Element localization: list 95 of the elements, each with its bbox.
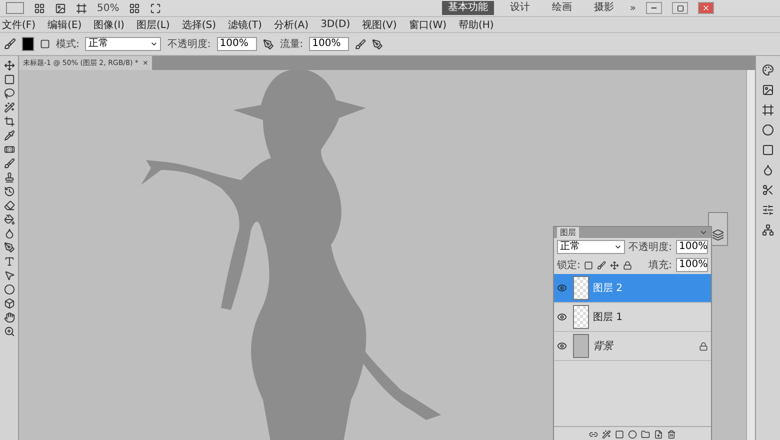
caret-icon [150,40,158,48]
menu-item[interactable]: 文件(F) [2,18,36,32]
bandage-icon[interactable] [4,144,14,155]
layers-icon [712,229,724,241]
menu-item[interactable]: 3D(D) [320,19,350,30]
move-icon[interactable] [4,60,14,71]
eyedropper-icon[interactable] [4,130,14,141]
frame-icon[interactable] [76,2,87,14]
droplet-icon[interactable] [4,228,14,239]
menu-item[interactable]: 编辑(E) [48,18,82,32]
scrollbar[interactable] [746,70,755,440]
flow-field[interactable]: 100% [309,37,350,51]
paint-bucket-icon[interactable] [4,214,14,225]
folder-icon[interactable] [641,430,650,438]
history-brush-icon[interactable] [4,186,14,197]
eye-icon[interactable] [557,283,567,293]
menu-item[interactable]: 分析(A) [274,18,309,32]
brush-icon[interactable] [4,38,16,50]
palette-icon[interactable] [762,64,774,76]
opacity-field[interactable]: 100% [216,37,257,51]
brush-icon[interactable] [4,158,14,169]
minimize-button[interactable] [646,2,662,14]
menu-item[interactable]: 窗口(W) [408,18,446,32]
fill-field[interactable]: 100% [676,258,708,272]
marquee-icon[interactable] [4,74,14,85]
frame-icon[interactable] [762,104,774,116]
network-icon[interactable] [762,224,774,236]
collapse-icon[interactable] [699,228,708,237]
more-workspaces[interactable]: » [630,2,636,14]
layer-name: 图层 2 [593,282,624,295]
menu-item[interactable]: 图像(I) [94,18,124,32]
mode-dropdown[interactable]: 正常 [85,37,162,51]
layer-thumbnail [573,276,589,300]
sliders-icon[interactable] [762,204,774,216]
lock-label: 锁定: [557,258,580,272]
lasso-icon[interactable] [4,88,14,99]
pointer-icon[interactable] [4,270,14,281]
eraser-icon[interactable] [4,200,14,211]
flow-label: 流量: [280,38,304,51]
zoom-level[interactable]: 50% [97,2,120,14]
stamp-icon[interactable] [4,172,14,183]
workspace-tab[interactable]: 基本功能 [442,1,494,15]
maximize-icon [676,4,684,12]
pen-icon[interactable] [4,242,14,253]
eye-icon[interactable] [557,341,567,351]
ellipse-icon[interactable] [4,284,14,295]
menu-item[interactable]: 滤镜(T) [228,18,262,32]
layer-thumbnail [573,334,589,358]
hand-icon[interactable] [4,312,14,323]
menu-item[interactable]: 选择(S) [182,18,216,32]
lock-icon[interactable] [623,260,632,270]
image-icon[interactable] [55,2,66,14]
fill-label: 填充: [648,258,672,272]
close-icon [702,4,710,12]
new-layer-icon[interactable] [654,430,663,438]
lock-move-icon[interactable] [610,260,620,270]
trash-icon[interactable] [667,430,676,438]
layer-thumbnail [573,305,589,329]
layer-row[interactable]: 背景 [554,332,711,361]
logo-icon [6,2,24,14]
close-button[interactable] [698,2,714,14]
brush-preset-swatch[interactable] [22,37,34,51]
opacity-label: 不透明度: [167,38,211,51]
menu-item[interactable]: 视图(V) [362,18,397,32]
circle-icon[interactable] [762,124,774,136]
panel-tab[interactable]: 图层 [557,227,579,238]
type-icon[interactable] [4,256,14,267]
layer-row[interactable]: 图层 1 [554,303,711,332]
maximize-button[interactable] [672,2,688,14]
mode-label: 模式: [56,38,80,51]
opacity-field[interactable]: 100% [676,240,708,254]
image-icon[interactable] [762,84,774,96]
grid-icon[interactable] [34,2,45,14]
crop-icon[interactable] [4,116,14,127]
eye-icon[interactable] [557,312,567,322]
maximize-icon[interactable] [150,2,162,14]
menu-item[interactable]: 图层(L) [136,18,170,32]
link-icon[interactable] [589,430,598,438]
square-icon[interactable] [762,144,774,156]
opacity-label: 不透明度: [628,240,672,254]
layer-name: 图层 1 [593,311,624,324]
caret-icon [614,243,622,251]
lock-brush-icon[interactable] [597,260,606,270]
workspace-tab[interactable]: 设计 [504,1,536,15]
blend-mode-dropdown[interactable]: 正常 [557,240,625,254]
layer-name: 背景 [593,340,615,353]
cube-icon[interactable] [4,298,14,309]
zoom-icon[interactable] [4,326,14,337]
workspace-tab[interactable]: 绘画 [546,1,578,15]
layout-icon[interactable] [129,2,140,14]
menu-item[interactable]: 帮助(H) [458,18,494,32]
magic-wand-icon[interactable] [4,102,14,113]
workspace-tab[interactable]: 摄影 [588,1,620,15]
scissors-icon[interactable] [762,184,774,196]
droplet-icon[interactable] [762,164,774,176]
